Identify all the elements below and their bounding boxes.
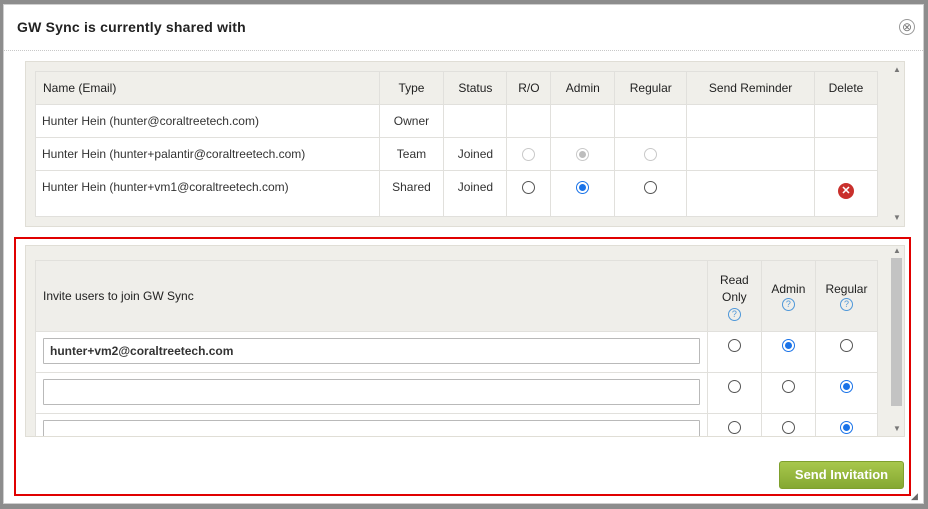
members-panel: Name (Email) Type Status R/O Admin Regul… [25,61,905,227]
delete-cell [813,104,879,138]
col-regular-label: Regular [825,281,868,296]
read-only-cell [706,372,762,414]
read-only-cell [706,413,762,436]
regular-cell [614,170,688,217]
invite-row [35,372,879,414]
invite-row [35,331,879,373]
regular-radio[interactable] [839,380,853,394]
col-name-header: Name (Email) [35,71,380,105]
delete-cell: ✕ [813,170,879,217]
member-name: Hunter Hein (hunter+palantir@coraltreete… [35,137,380,171]
regular-cell [614,104,688,138]
dialog-title: GW Sync is currently shared with [17,19,246,35]
admin-radio[interactable] [781,421,795,435]
col-reminder-header: Send Reminder [686,71,815,105]
reminder-cell [686,170,815,217]
admin-cell [550,104,616,138]
col-admin-header: Admin [550,71,616,105]
admin-cell [550,137,616,171]
reminder-cell [686,137,815,171]
invite-panel: Invite users to join GW Sync Read Only ?… [25,245,905,437]
email-cell [35,331,708,373]
read-only-radio[interactable] [727,421,741,435]
delete-cell [813,137,879,171]
share-dialog: GW Sync is currently shared with ⊗ Name … [3,4,924,504]
scroll-up-arrow[interactable]: ▲ [890,65,904,75]
col-read-only-label: Read Only [719,272,749,304]
regular-radio [644,148,658,162]
scroll-down-arrow[interactable]: ▼ [890,213,904,223]
scroll-up-arrow[interactable]: ▲ [890,246,904,256]
table-row: Hunter Hein (hunter@coraltreetech.com) O… [35,104,879,138]
close-icon[interactable]: ⊗ [899,19,915,35]
members-table: Name (Email) Type Status R/O Admin Regul… [35,71,879,217]
regular-cell [814,331,879,373]
member-status [443,104,508,138]
admin-radio [576,148,590,162]
col-delete-header: Delete [813,71,879,105]
col-regular-header: Regular [614,71,688,105]
email-cell [35,413,708,436]
scrollbar-thumb[interactable] [891,258,902,406]
ro-cell [506,104,552,138]
regular-radio[interactable] [839,339,853,353]
admin-radio[interactable] [576,181,590,195]
admin-cell [760,372,816,414]
member-name: Hunter Hein (hunter@coraltreetech.com) [35,104,380,138]
ro-cell [506,170,552,217]
table-row: Hunter Hein (hunter+palantir@coraltreete… [35,137,879,171]
admin-cell [760,413,816,436]
read-only-radio[interactable] [727,380,741,394]
admin-cell [550,170,616,217]
member-status: Joined [443,137,508,171]
regular-radio[interactable] [839,421,853,435]
invite-row [35,413,879,436]
member-name: Hunter Hein (hunter+vm1@coraltreetech.co… [35,170,380,217]
invite-table: Invite users to join GW Sync Read Only ?… [35,260,879,436]
member-type: Shared [378,170,445,217]
reminder-cell [686,104,815,138]
send-invitation-button[interactable]: Send Invitation [779,461,904,489]
regular-cell [814,372,879,414]
help-icon[interactable]: ? [781,297,795,311]
email-field[interactable] [43,338,700,364]
regular-cell [614,137,688,171]
admin-cell [760,331,816,373]
email-field[interactable] [43,420,700,436]
resize-grip-icon[interactable]: ◢ [911,491,921,501]
invite-header-row: Invite users to join GW Sync Read Only ?… [35,260,879,332]
email-field[interactable] [43,379,700,405]
regular-radio[interactable] [644,181,658,195]
read-only-cell [706,331,762,373]
admin-radio[interactable] [781,339,795,353]
dialog-title-bar: GW Sync is currently shared with ⊗ [4,5,923,51]
regular-cell [814,413,879,436]
members-header-row: Name (Email) Type Status R/O Admin Regul… [35,71,879,105]
ro-radio[interactable] [522,181,536,195]
ro-radio [522,148,536,162]
col-read-only-header: Read Only ? [706,260,762,332]
read-only-radio[interactable] [727,339,741,353]
scroll-down-arrow[interactable]: ▼ [890,424,904,434]
email-cell [35,372,708,414]
invite-header-label: Invite users to join GW Sync [35,260,708,332]
help-icon[interactable]: ? [839,297,853,311]
delete-icon[interactable]: ✕ [837,183,854,199]
col-type-header: Type [378,71,445,105]
table-row: Hunter Hein (hunter+vm1@coraltreetech.co… [35,170,879,217]
member-status: Joined [443,170,508,217]
ro-cell [506,137,552,171]
col-ro-header: R/O [506,71,552,105]
col-regular-header: Regular ? [814,260,879,332]
col-admin-label: Admin [771,281,806,296]
col-status-header: Status [443,71,508,105]
help-icon[interactable]: ? [727,307,741,321]
admin-radio[interactable] [781,380,795,394]
col-admin-header: Admin ? [760,260,816,332]
member-type: Team [378,137,445,171]
member-type: Owner [378,104,445,138]
